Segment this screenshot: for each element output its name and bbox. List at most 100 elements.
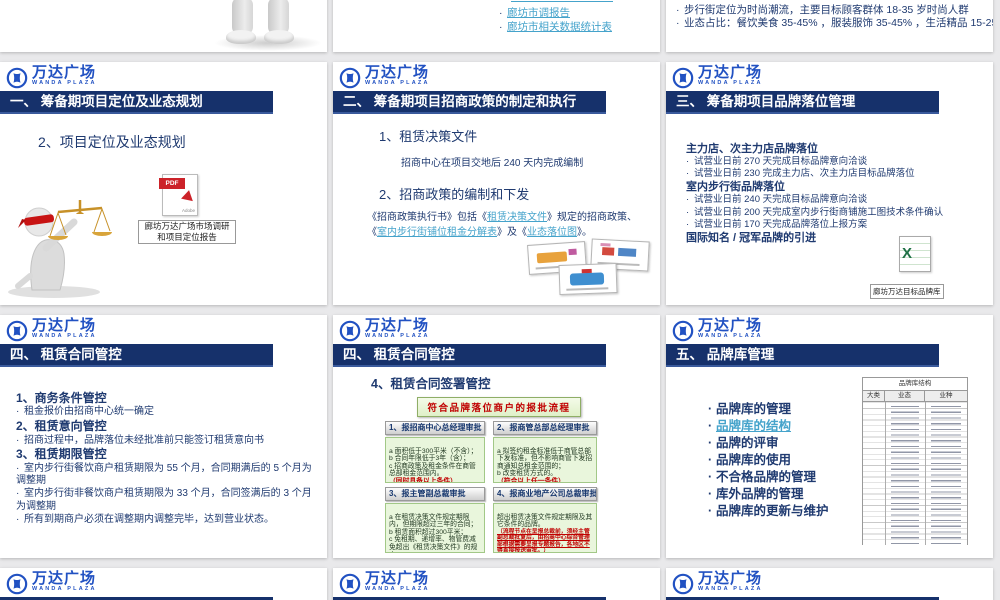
adobe-mark-icon xyxy=(181,188,195,202)
wanda-logo: 万达广场 WANDA PLAZA xyxy=(339,571,430,599)
list-item: · 试营业日前 200 天完成室内步行街商铺施工图技术条件确认 xyxy=(686,206,944,218)
blindfolded-figure-scales-image xyxy=(8,200,112,298)
slide-row4-col2[interactable]: 万达广场 WANDA PLAZA xyxy=(333,568,660,600)
list-item: · 品牌库的管理 xyxy=(708,402,792,416)
wanda-logo-mark-icon xyxy=(339,573,361,595)
excel-attachment-icon[interactable]: X xyxy=(899,236,931,272)
flow-box-head: 2、报商管总部总经理审批 xyxy=(493,421,597,435)
list-item: · 品牌库的更新与维护 xyxy=(708,504,829,518)
slide-row4-col1[interactable]: 万达广场 WANDA PLAZA xyxy=(0,568,327,600)
wanda-logo: 万达广场 WANDA PLAZA xyxy=(672,65,763,93)
bullet-icon: · xyxy=(499,21,503,33)
pdf-caption: 廊坊万达广场市场调研 和项目定位报告 xyxy=(138,220,236,245)
section-heading: 4、租赁合同签署管控 xyxy=(371,377,491,391)
link-lease-decision-doc[interactable]: 租赁决策文件 xyxy=(487,212,547,223)
logo-title: 万达广场 xyxy=(365,317,430,334)
list-item: · 室内步行街餐饮商户租赁期限为 55 个月，合同期满后的 5 个月为调整期 xyxy=(16,462,312,487)
flow-box-head: 1、报招商中心总经理审批 xyxy=(385,421,485,435)
section-head: 室内步行街品牌落位 xyxy=(686,181,785,194)
section-head: 1、商务条件管控 xyxy=(16,391,107,405)
slide-row4-col3[interactable]: 万达广场 WANDA PLAZA xyxy=(666,568,993,600)
slide-row1-col3[interactable]: · 步行街定位为时尚潮流，主要目标顾客群体 18-35 岁时尚人群 · 业态占比：餐… xyxy=(666,0,993,52)
wanda-logo-mark-icon xyxy=(6,573,28,595)
slide-title-bar: 四、 租赁合同管控 xyxy=(0,344,273,367)
slide-title-bar: 四、 租赁合同管控 xyxy=(333,344,606,367)
slide-row3-col1[interactable]: 万达广场 WANDA PLAZA 四、 租赁合同管控 1、商务条件管控 · 租金报价… xyxy=(0,315,327,558)
slide-title: 二、 筹备期项目招商政策的制定和执行 xyxy=(343,94,577,109)
list-item: · 业态占比：餐饮美食 35-45% ，服装服饰 35-45% ，生活精品 15-… xyxy=(676,15,993,30)
bullet-text: 业态占比：餐饮美食 35-45% ，服装服饰 35-45% ，生活精品 15-2… xyxy=(684,17,993,29)
logo-subtitle: WANDA PLAZA xyxy=(32,80,97,86)
list-item: · 廊坊市相关数据统计表 xyxy=(499,19,612,34)
pdf-badge: PDF xyxy=(159,178,185,189)
slide-title-bar: 三、 筹备期项目品牌落位管理 xyxy=(666,91,939,114)
wanda-logo: 万达广场 WANDA PLAZA xyxy=(6,65,97,93)
wanda-logo-mark-icon xyxy=(6,320,28,342)
slide-row3-col3[interactable]: 万达广场 WANDA PLAZA 五、 品牌库管理 · 品牌库的管理 · 品牌库的结构… xyxy=(666,315,993,558)
logo-title: 万达广场 xyxy=(32,570,97,587)
list-item: · 品牌库的结构 xyxy=(708,419,792,433)
link-rent-breakdown-table[interactable]: 室内步行街铺位租金分解表 xyxy=(377,227,497,238)
cutoff-link-underline xyxy=(511,1,613,2)
slide-title: 四、 租赁合同管控 xyxy=(343,347,455,362)
bullet-icon: · xyxy=(676,17,680,29)
list-item: · 室内步行街非餐饮商户租赁期限为 33 个月，合同签满后的 3 个月为调整期 xyxy=(16,488,312,513)
item-heading: 2、招商政策的编制和下发 xyxy=(379,187,530,202)
logo-subtitle: WANDA PLAZA xyxy=(698,333,763,339)
link-city-data-table[interactable]: 廊坊市相关数据统计表 xyxy=(507,21,612,33)
slide-title: 三、 筹备期项目品牌落位管理 xyxy=(676,94,856,109)
approval-flow-banner: 符合品牌落位商户的报批流程 xyxy=(417,397,581,417)
slide-row1-col1[interactable] xyxy=(0,0,327,52)
table-title: 品牌库结构 xyxy=(863,378,967,391)
slide-row2-col2[interactable]: 万达广场 WANDA PLAZA 二、 筹备期项目招商政策的制定和执行 1、租赁决… xyxy=(333,62,660,305)
slide-title: 五、 品牌库管理 xyxy=(676,347,775,362)
logo-subtitle: WANDA PLAZA xyxy=(698,586,763,592)
logo-subtitle: WANDA PLAZA xyxy=(365,333,430,339)
slide-row2-col1[interactable]: 万达广场 WANDA PLAZA 一、 筹备期项目定位及业态规划 2、项目定位及业… xyxy=(0,62,327,305)
section-head: 国际知名 / 冠军品牌的引进 xyxy=(686,231,817,244)
logo-title: 万达广场 xyxy=(698,64,763,81)
table-header: 大类 业态 业种 xyxy=(863,391,967,402)
wanda-logo-mark-icon xyxy=(6,67,28,89)
list-item: · 招商过程中，品牌落位未经批准前只能签订租赁意向书 xyxy=(16,434,264,446)
flow-box-body: a 拟签约租金标准低于商管总部下发标准，但不影响商管下发招商通知总租金范围的； … xyxy=(493,437,597,483)
slide-grid-page: · 廊坊市调报告 · 廊坊市相关数据统计表 · 步行街定位为时尚潮流，主要目标顾客群体… xyxy=(0,0,1000,600)
slide-row2-col3[interactable]: 万达广场 WANDA PLAZA 三、 筹备期项目品牌落位管理 主力店、次主力店品… xyxy=(666,62,993,305)
wanda-logo: 万达广场 WANDA PLAZA xyxy=(672,571,763,599)
list-item: · 品牌库的使用 xyxy=(708,453,792,467)
link-brand-library-structure[interactable]: 品牌库的结构 xyxy=(716,419,791,433)
brand-library-structure-table: 品牌库结构 大类 业态 业种 xyxy=(862,377,968,545)
wanda-logo-mark-icon xyxy=(672,320,694,342)
logo-title: 万达广场 xyxy=(32,64,97,81)
pdf-attachment-icon[interactable]: PDF Adobe xyxy=(159,174,198,216)
wanda-logo: 万达广场 WANDA PLAZA xyxy=(6,571,97,599)
slide-row3-col2[interactable]: 万达广场 WANDA PLAZA 四、 租赁合同管控 4、租赁合同签署管控 符合品… xyxy=(333,315,660,558)
flow-box-head: 3、报主管副总裁审批 xyxy=(385,487,485,501)
list-item: · 试营业日前 230 完成主力店、次主力店目标品牌落位 xyxy=(686,168,915,180)
figure-legs-image xyxy=(214,0,322,52)
logo-title: 万达广场 xyxy=(365,64,430,81)
logo-title: 万达广场 xyxy=(365,570,430,587)
logo-subtitle: WANDA PLAZA xyxy=(365,586,430,592)
slide-title-bar: 一、 筹备期项目定位及业态规划 xyxy=(0,91,273,114)
slide-title-bar: 五、 品牌库管理 xyxy=(666,344,939,367)
wanda-logo-mark-icon xyxy=(339,320,361,342)
floorplan-thumbnail xyxy=(558,262,618,296)
logo-title: 万达广场 xyxy=(698,317,763,334)
brand-library-list: · 品牌库的管理 · 品牌库的结构 · 品牌的评审 · 品牌库的使用 · 不合格品牌的管理… xyxy=(708,401,829,520)
item-note: 招商中心在项目交地后 240 天内完成编制 xyxy=(401,158,584,169)
list-item: · 廊坊市调报告 xyxy=(499,5,570,20)
flow-box-head: 4、报商业地产公司总裁审批 xyxy=(493,487,597,501)
list-item: · 试营业日前 270 天完成目标品牌意向洽谈 xyxy=(686,156,868,168)
link-city-survey-report[interactable]: 廊坊市调报告 xyxy=(507,7,570,19)
list-item: · 品牌的评审 xyxy=(708,436,779,450)
slide-row1-col2[interactable]: · 廊坊市调报告 · 廊坊市相关数据统计表 xyxy=(333,0,660,52)
policy-paragraph: 《招商政策执行书》包括《租赁决策文件》规定的招商政策、《室内步行街铺位租金分解表… xyxy=(367,212,637,238)
logo-subtitle: WANDA PLAZA xyxy=(365,80,430,86)
section-heading: 2、项目定位及业态规划 xyxy=(38,134,186,150)
list-item: · 租金报价由招商中心统一确定 xyxy=(16,406,154,418)
table-body xyxy=(863,402,967,545)
list-item: · 所有到期商户必须在调整期内调整完毕，达到营业状态。 xyxy=(16,513,274,525)
link-format-layout-map[interactable]: 业态落位图 xyxy=(527,227,577,238)
list-item: · 库外品牌的管理 xyxy=(708,487,804,501)
